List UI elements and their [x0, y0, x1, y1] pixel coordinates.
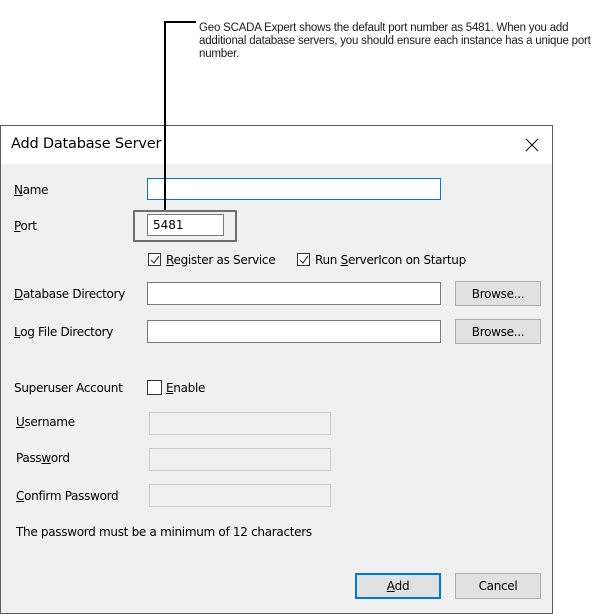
log-file-directory-input[interactable] — [147, 320, 441, 343]
confirm-password-input[interactable] — [149, 484, 331, 507]
callout-annotation: Geo SCADA Expert shows the default port … — [199, 22, 591, 60]
username-label: Username — [16, 415, 75, 429]
register-service-label[interactable]: Register as Service — [166, 253, 276, 267]
register-service-checkbox[interactable] — [148, 253, 161, 266]
checkmark-icon — [150, 255, 160, 264]
add-button[interactable]: Add — [355, 573, 441, 599]
add-database-server-dialog: Add Database Server Name Port Register a… — [0, 125, 553, 614]
title-bar: Add Database Server — [1, 126, 552, 164]
database-directory-input[interactable] — [147, 282, 441, 305]
password-requirement-note: The password must be a minimum of 12 cha… — [16, 525, 312, 539]
callout-leader-line — [164, 21, 196, 23]
callout-leader-line-vertical — [164, 21, 166, 210]
run-servericon-label[interactable]: Run ServerIcon on Startup — [315, 253, 466, 267]
superuser-account-label: Superuser Account — [14, 381, 123, 395]
username-input[interactable] — [149, 412, 331, 435]
port-label: Port — [14, 219, 37, 233]
enable-superuser-checkbox[interactable] — [147, 380, 162, 395]
database-directory-label: Database Directory — [14, 287, 125, 301]
cancel-button[interactable]: Cancel — [455, 573, 541, 599]
log-file-directory-label: Log File Directory — [14, 325, 114, 339]
close-icon[interactable] — [524, 137, 540, 153]
dialog-title: Add Database Server — [11, 136, 162, 152]
port-input[interactable] — [147, 214, 224, 236]
browse-log-file-directory-button[interactable]: Browse... — [455, 319, 541, 344]
enable-label[interactable]: Enable — [166, 381, 205, 395]
password-input[interactable] — [149, 448, 331, 471]
name-label: Name — [14, 183, 49, 197]
checkmark-icon — [299, 255, 309, 264]
confirm-password-label: Confirm Password — [16, 489, 119, 503]
browse-database-directory-button[interactable]: Browse... — [455, 281, 541, 306]
name-input[interactable] — [147, 178, 441, 200]
password-label: Password — [16, 451, 70, 465]
run-servericon-checkbox[interactable] — [297, 253, 310, 266]
